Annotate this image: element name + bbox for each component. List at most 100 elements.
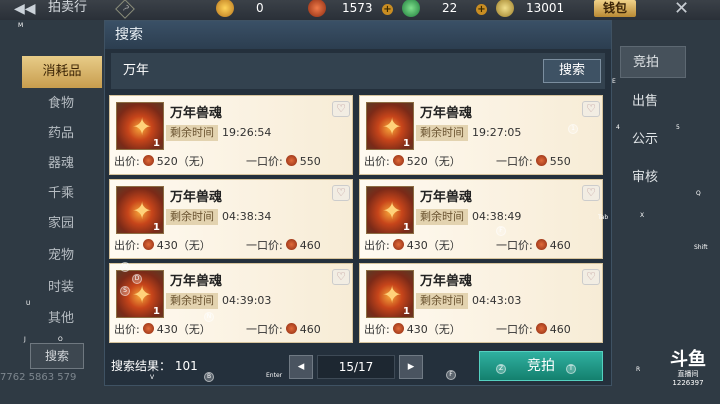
- key-hint-badge: F: [496, 226, 506, 236]
- bid-price: 出价: 430（无）: [364, 239, 461, 252]
- key-hint-badge: D: [132, 274, 142, 284]
- subcategory-food[interactable]: 食物: [48, 92, 74, 111]
- key-hint: M: [18, 22, 24, 29]
- subcategory-soul[interactable]: 器魂: [48, 152, 74, 171]
- prev-page-button[interactable]: ◂: [289, 355, 313, 379]
- beast-soul-icon: ✦ 1: [366, 102, 414, 150]
- panel-footer: 搜索结果： 101 ◂ 15/17 ▸ 竞拍: [105, 349, 611, 385]
- item-card[interactable]: ✦ 1 万年兽魂 ♡ 剩余时间 04:38:34 出价: 430（无） 一口价: 46…: [109, 179, 353, 259]
- subcategory-medicine[interactable]: 药品: [48, 122, 74, 141]
- tab-sell[interactable]: 出售: [620, 86, 686, 118]
- key-hint: Shift: [694, 244, 708, 251]
- coin-icon: [392, 155, 404, 166]
- beast-soul-icon: ✦ 1: [366, 186, 414, 234]
- back-button[interactable]: ◀◀: [14, 0, 40, 18]
- key-hint: 4: [616, 124, 620, 131]
- category-fashion[interactable]: 时装: [48, 276, 74, 295]
- favorite-icon[interactable]: ♡: [332, 185, 350, 201]
- tab-auction[interactable]: 竞拍: [620, 46, 686, 78]
- time-label: 剩余时间: [166, 209, 218, 225]
- coin-icon: [142, 155, 154, 166]
- beast-soul-icon: ✦ 1: [116, 186, 164, 234]
- item-card[interactable]: ✦ 1 万年兽魂 ♡ 剩余时间 19:26:54 出价: 520（无） 一口价: 55…: [109, 95, 353, 175]
- key-hint-badge: W: [120, 262, 130, 272]
- help-icon[interactable]: ?: [115, 0, 135, 19]
- subcategory-qiansheng[interactable]: 千乘: [48, 182, 74, 201]
- time-remaining: 19:27:05: [472, 126, 522, 139]
- stream-logo: 斗鱼 直播间 1226397: [670, 349, 706, 388]
- sidebar-search-button[interactable]: 搜索: [30, 343, 84, 369]
- coin-icon: [285, 323, 297, 334]
- search-keyword[interactable]: 万年: [123, 53, 149, 89]
- category-sidebar: 消耗品 食物 药品 器魂 千乘 家园 宠物 时装 其他: [20, 52, 102, 352]
- bid-price: 出价: 520（无）: [114, 155, 211, 168]
- wallet-button[interactable]: 钱包: [594, 0, 636, 17]
- favorite-icon[interactable]: ♡: [332, 269, 350, 285]
- category-pets[interactable]: 宠物: [48, 244, 74, 263]
- category-other[interactable]: 其他: [48, 307, 74, 326]
- time-remaining: 04:43:03: [472, 294, 522, 307]
- bid-price: 出价: 520（无）: [364, 155, 461, 168]
- add-jade-button[interactable]: +: [476, 4, 487, 15]
- time-label: 剩余时间: [416, 293, 468, 309]
- next-page-button[interactable]: ▸: [399, 355, 423, 379]
- favorite-icon[interactable]: ♡: [582, 185, 600, 201]
- time-label: 剩余时间: [416, 209, 468, 225]
- category-home[interactable]: 家园: [48, 212, 74, 231]
- watermark-id: 7762 5863 579: [0, 372, 77, 383]
- key-hint: Q: [696, 190, 701, 197]
- bid-price: 出价: 430（无）: [114, 239, 211, 252]
- coin-icon: [535, 239, 547, 250]
- buyout-price: 一口价: 460: [496, 323, 571, 336]
- item-name: 万年兽魂: [170, 190, 223, 205]
- item-card[interactable]: ✦ 1 万年兽魂 ♡ 剩余时间 19:27:05 出价: 520（无） 一口价: 55…: [359, 95, 603, 175]
- beast-soul-icon: ✦ 1: [366, 270, 414, 318]
- search-panel: 搜索 万年 搜索 ✦ 1 万年兽魂 ♡ 剩余时间 19:26:54 出价: 520（…: [104, 20, 612, 386]
- add-ruby-button[interactable]: +: [382, 4, 393, 15]
- key-hint-badge: F: [446, 370, 456, 380]
- coin-icon: [142, 323, 154, 334]
- key-hint-badge: T: [566, 364, 576, 374]
- key-hint-badge: Z: [496, 364, 506, 374]
- panel-title: 搜索: [105, 21, 611, 49]
- close-icon[interactable]: ✕: [674, 0, 689, 19]
- key-hint: X: [640, 212, 645, 219]
- top-bar: ◀◀ 拍卖行 ? 0 1573 + 22 + 13001 钱包 ✕: [0, 0, 720, 20]
- coin-icon: [392, 239, 404, 250]
- currency-jade: 22: [402, 0, 482, 18]
- coin-icon: [535, 155, 547, 166]
- currency-gold: 0: [216, 0, 296, 18]
- time-remaining: 04:38:49: [472, 210, 522, 223]
- key-hint: Tab: [598, 214, 609, 221]
- ruby-coin-icon: [308, 0, 326, 17]
- coin-icon: [285, 155, 297, 166]
- key-hint: R: [636, 366, 641, 373]
- key-hint: J: [24, 336, 26, 343]
- jade-coin-icon: [402, 0, 420, 17]
- favorite-icon[interactable]: ♡: [582, 101, 600, 117]
- item-name: 万年兽魂: [170, 106, 223, 121]
- item-card[interactable]: ✦ 1 万年兽魂 ♡ 剩余时间 04:43:03 出价: 430（无） 一口价: 46…: [359, 263, 603, 343]
- time-label: 剩余时间: [416, 125, 468, 141]
- beast-soul-icon: ✦ 1: [116, 102, 164, 150]
- item-name: 万年兽魂: [420, 274, 473, 289]
- buyout-price: 一口价: 460: [246, 323, 321, 336]
- category-consumables[interactable]: 消耗品: [22, 56, 102, 88]
- currency-silver: 13001: [496, 0, 590, 18]
- favorite-icon[interactable]: ♡: [582, 269, 600, 285]
- time-remaining: 04:38:34: [222, 210, 272, 223]
- coin-icon: [142, 239, 154, 250]
- item-card[interactable]: ✦ 1 万年兽魂 ♡ 剩余时间 04:38:49 出价: 430（无） 一口价: 46…: [359, 179, 603, 259]
- key-hint: Enter: [266, 372, 283, 379]
- time-remaining: 04:39:03: [222, 294, 272, 307]
- item-card[interactable]: ✦ 1 万年兽魂 ♡ 剩余时间 04:39:03 出价: 430（无） 一口价: 46…: [109, 263, 353, 343]
- time-remaining: 19:26:54: [222, 126, 272, 139]
- silver-coin-icon: [496, 0, 514, 17]
- tab-review[interactable]: 审核: [620, 162, 686, 194]
- coin-icon: [535, 323, 547, 334]
- favorite-icon[interactable]: ♡: [332, 101, 350, 117]
- search-button[interactable]: 搜索: [543, 59, 601, 83]
- buyout-price: 一口价: 550: [496, 155, 571, 168]
- key-hint-badge: 1: [568, 124, 578, 134]
- key-hint-badge: B: [204, 372, 214, 382]
